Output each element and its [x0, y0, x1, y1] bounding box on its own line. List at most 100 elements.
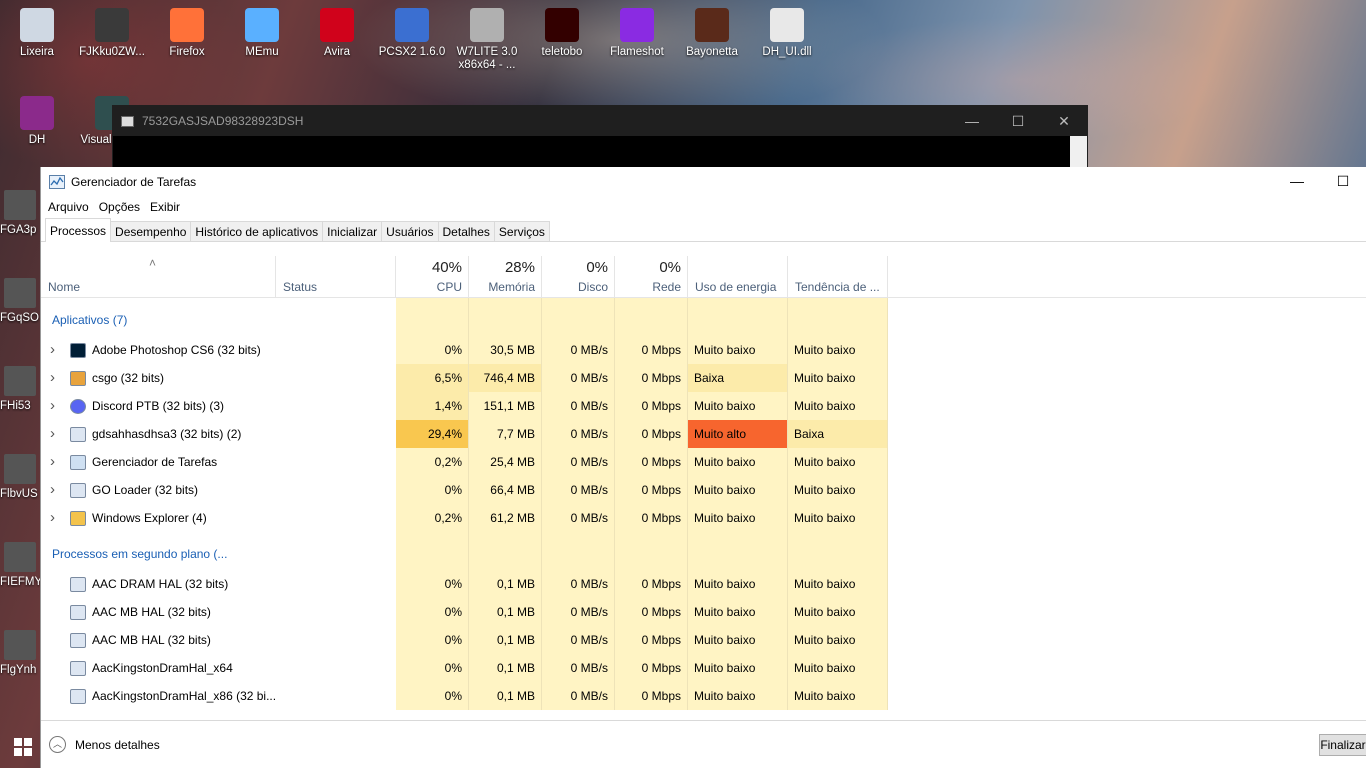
- dll-file-icon: [770, 8, 804, 42]
- cell-trend: Muito baixo: [788, 476, 888, 504]
- column-disk[interactable]: 0% Disco: [542, 256, 615, 298]
- process-row[interactable]: › Gerenciador de Tarefas 0,2% 25,4 MB 0 MB/s…: [41, 448, 1366, 476]
- column-status[interactable]: Status: [276, 256, 396, 298]
- desktop-icon-7[interactable]: teletobo: [525, 8, 599, 59]
- chevron-right-icon[interactable]: ›: [50, 364, 55, 392]
- desktop-icon-2[interactable]: Firefox: [150, 8, 224, 59]
- chevron-right-icon[interactable]: ›: [50, 476, 55, 504]
- process-name: GO Loader (32 bits): [92, 483, 199, 497]
- winrar-icon: [20, 96, 54, 130]
- tm-maximize-button[interactable]: ☐: [1320, 173, 1366, 190]
- process-row[interactable]: AacKingstonDramHal_x86 (32 bi... 0% 0,1 MB…: [41, 682, 1366, 710]
- desktop-icon-5[interactable]: PCSX2 1.6.0: [375, 8, 449, 59]
- process-name: Discord PTB (32 bits) (3): [92, 399, 225, 413]
- cell-power: Muito baixo: [688, 336, 788, 364]
- console-close-button[interactable]: ✕: [1041, 113, 1087, 130]
- console-maximize-button[interactable]: ☐: [995, 113, 1041, 130]
- process-row[interactable]: › csgo (32 bits) 6,5% 746,4 MB 0 MB/s 0 Mbps B…: [41, 364, 1366, 392]
- process-list: Aplicativos (7) › Adobe Photoshop CS6 (32 …: [41, 298, 1366, 710]
- desktop-icon-3[interactable]: MEmu: [225, 8, 299, 59]
- desktop-icon-6[interactable]: W7LITE 3.0 x86x64 - ...: [450, 8, 524, 72]
- memu-icon: [245, 8, 279, 42]
- process-row[interactable]: › Windows Explorer (4) 0,2% 61,2 MB 0 MB/s 0 …: [41, 504, 1366, 532]
- chevron-right-icon[interactable]: ›: [50, 448, 55, 476]
- tab-historico[interactable]: Histórico de aplicativos: [190, 221, 324, 241]
- cell-trend: Muito baixo: [788, 448, 888, 476]
- menu-exibir[interactable]: Exibir: [145, 200, 185, 214]
- desktop-icon-label: Avira: [324, 46, 350, 58]
- group-header[interactable]: Aplicativos (7): [41, 298, 1366, 336]
- process-row[interactable]: › GO Loader (32 bits) 0% 66,4 MB 0 MB/s 0 Mbp…: [41, 476, 1366, 504]
- process-row[interactable]: AAC MB HAL (32 bits) 0% 0,1 MB 0 MB/s 0 Mbps…: [41, 598, 1366, 626]
- group-header[interactable]: Processos em segundo plano (...: [41, 532, 1366, 570]
- desktop-left-icon-5[interactable]: FlgYnh: [0, 630, 42, 676]
- desktop-icon-9[interactable]: Bayonetta: [675, 8, 749, 59]
- desktop-icon-1[interactable]: FJKku0ZW...: [75, 8, 149, 59]
- windows-start-icon[interactable]: [14, 738, 32, 756]
- desktop-left-icon-0[interactable]: FGA3p: [0, 190, 42, 236]
- desktop-icon-4[interactable]: Avira: [300, 8, 374, 59]
- desktop-icon-row2-0[interactable]: DH: [0, 96, 74, 147]
- menu-arquivo[interactable]: Arquivo: [43, 200, 94, 214]
- tab-processos[interactable]: Processos: [45, 218, 112, 242]
- console-titlebar[interactable]: 7532GASJSAD98328923DSH — ☐ ✕: [113, 106, 1087, 136]
- firefox-icon: [170, 8, 204, 42]
- process-row[interactable]: AacKingstonDramHal_x64 0% 0,1 MB 0 MB/s 0 Mb…: [41, 654, 1366, 682]
- process-row[interactable]: AAC DRAM HAL (32 bits) 0% 0,1 MB 0 MB/s 0 Mb…: [41, 570, 1366, 598]
- tab-detalhes[interactable]: Detalhes: [437, 221, 495, 241]
- column-cpu[interactable]: 40% CPU: [396, 256, 469, 298]
- cell-trend: Baixa: [788, 420, 888, 448]
- console-minimize-button[interactable]: —: [949, 113, 995, 130]
- cell-trend: Muito baixo: [788, 654, 888, 682]
- cell-trend: Muito baixo: [788, 570, 888, 598]
- cell-power: Muito baixo: [688, 654, 788, 682]
- menu-opcoes[interactable]: Opções: [94, 200, 145, 214]
- less-details-button[interactable]: ︿ Menos detalhes: [49, 736, 160, 753]
- process-name: Gerenciador de Tarefas: [92, 455, 218, 469]
- process-row[interactable]: AAC MB HAL (32 bits) 0% 0,1 MB 0 MB/s 0 Mbps…: [41, 626, 1366, 654]
- column-memory[interactable]: 28% Memória: [469, 256, 542, 298]
- column-network[interactable]: 0% Rede: [615, 256, 688, 298]
- cell-mem: 0,1 MB: [469, 570, 542, 598]
- chevron-right-icon[interactable]: ›: [50, 392, 55, 420]
- column-power-trend[interactable]: Tendência de ...: [788, 256, 888, 298]
- desktop-left-icon-3[interactable]: FlbvUS: [0, 454, 42, 500]
- process-name: Adobe Photoshop CS6 (32 bits): [92, 343, 261, 357]
- tab-usuarios[interactable]: Usuários: [381, 221, 439, 241]
- tab-desempenho[interactable]: Desempenho: [110, 221, 192, 241]
- tab-servicos[interactable]: Serviços: [493, 221, 550, 241]
- process-row[interactable]: › gdsahhasdhsa3 (32 bits) (2) 29,4% 7,7 MB 0…: [41, 420, 1366, 448]
- chevron-right-icon[interactable]: ›: [50, 420, 55, 448]
- process-grid: ˄ Nome Status 40% CPU 28% Memória 0% Dis…: [41, 256, 1366, 710]
- column-power[interactable]: Uso de energia: [688, 256, 788, 298]
- chevron-right-icon[interactable]: ›: [50, 504, 55, 532]
- cell-cpu: 0%: [396, 476, 469, 504]
- column-name[interactable]: ˄ Nome: [41, 256, 276, 298]
- app-window-icon: [70, 605, 86, 620]
- console-window[interactable]: 7532GASJSAD98328923DSH — ☐ ✕: [112, 105, 1088, 176]
- sort-up-icon: ˄: [149, 256, 157, 270]
- file-icon: [4, 190, 36, 220]
- tm-minimize-button[interactable]: —: [1274, 173, 1320, 190]
- desktop-icon-8[interactable]: Flameshot: [600, 8, 674, 59]
- desktop-icon-10[interactable]: DH_UI.dll: [750, 8, 824, 59]
- memory-total: 28%: [504, 259, 535, 276]
- desktop-icon-label: FHi53: [0, 400, 31, 412]
- process-row[interactable]: › Adobe Photoshop CS6 (32 bits) 0% 30,5 MB 0…: [41, 336, 1366, 364]
- column-power-trend-label: Tendência de ...: [795, 280, 880, 294]
- end-task-button[interactable]: Finalizar: [1319, 733, 1366, 756]
- cell-cpu: 29,4%: [396, 420, 469, 448]
- desktop-left-icon-4[interactable]: FIEFMY: [0, 542, 42, 588]
- column-network-label: Rede: [652, 280, 681, 294]
- desktop-left-icon-2[interactable]: FHi53: [0, 366, 42, 412]
- desktop-icon-label: FGA3p: [0, 224, 37, 236]
- process-row[interactable]: › Discord PTB (32 bits) (3) 1,4% 151,1 MB 0 …: [41, 392, 1366, 420]
- task-manager-titlebar[interactable]: Gerenciador de Tarefas — ☐: [41, 167, 1366, 196]
- cell-power: Muito baixo: [688, 448, 788, 476]
- desktop-icon-0[interactable]: Lixeira: [0, 8, 74, 59]
- chevron-right-icon[interactable]: ›: [50, 336, 55, 364]
- cell-net: 0 Mbps: [615, 420, 688, 448]
- cell-net: 0 Mbps: [615, 392, 688, 420]
- tab-inicializar[interactable]: Inicializar: [322, 221, 383, 241]
- desktop-left-icon-1[interactable]: FGqSO: [0, 278, 42, 324]
